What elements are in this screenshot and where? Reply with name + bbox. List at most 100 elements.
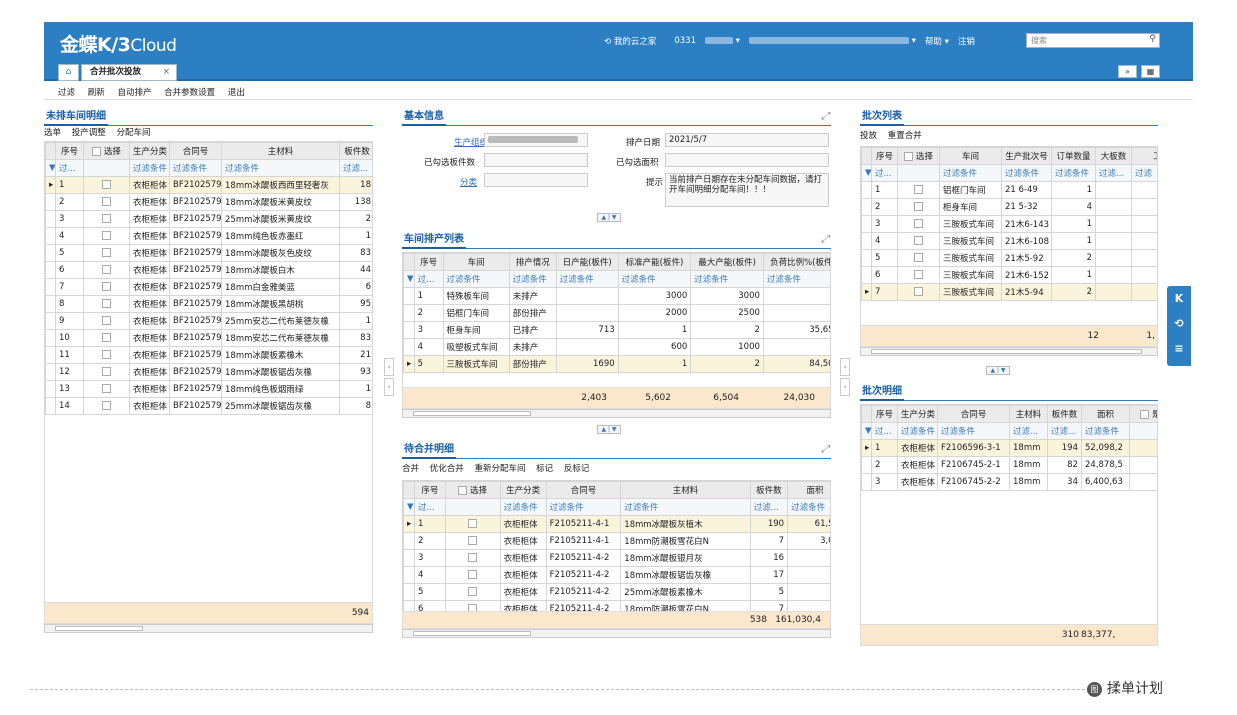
col-seq[interactable]: 序号 <box>55 142 84 160</box>
row-select-cell[interactable] <box>897 181 940 199</box>
row-select-cell[interactable] <box>897 283 940 301</box>
select-all-checkbox[interactable] <box>904 152 914 161</box>
select-all-checkbox[interactable] <box>458 486 468 495</box>
table-row[interactable]: 1 铝框门车间 21 6-49 1 <box>861 181 1157 199</box>
table-row[interactable]: 5 衣柜柜体 F2105211-4-2 25mm冰醍板素橡木 5 <box>403 583 830 601</box>
table-row[interactable]: 2 铝框门车间 部份排产 2000 2500 <box>403 304 830 322</box>
collapse-left-icon-2[interactable]: ‹ <box>840 378 850 396</box>
row-select-cell[interactable] <box>83 380 130 398</box>
col-area[interactable]: 面积 <box>1081 405 1130 423</box>
row-select-cell[interactable] <box>83 312 130 330</box>
col-select[interactable]: 选择 <box>444 481 501 499</box>
reassign-workshop-button[interactable]: 重新分配车间 <box>474 464 525 474</box>
col-material[interactable]: 主材料 <box>620 481 751 499</box>
col-board-count[interactable]: 板件数 <box>339 142 372 160</box>
col-material[interactable]: 主材料 <box>1009 405 1048 423</box>
expand-right-icon[interactable]: › <box>384 358 394 376</box>
unmark-button[interactable]: 反标记 <box>564 464 590 474</box>
row-checkbox[interactable] <box>914 270 923 279</box>
merge-hscrollbar[interactable] <box>402 629 831 638</box>
col-material[interactable]: 主材料 <box>221 142 340 160</box>
table-row[interactable]: 3 衣柜柜体 F2106745-2-2 18mm 34 6,400,63 <box>861 473 1157 491</box>
col-status[interactable]: 排产情况 <box>508 253 557 271</box>
row-checkbox[interactable] <box>468 587 478 596</box>
table-row[interactable]: 10 衣柜柜体 BF2102579 18mm安芯二代布莱德灰橡 83 <box>45 329 372 347</box>
merge-button[interactable]: 合并 <box>402 464 419 474</box>
table-row[interactable]: 4 吸塑板式车间 未排产 600 1000 <box>403 338 830 356</box>
row-checkbox[interactable] <box>914 219 923 228</box>
filter-row[interactable]: ▼ 过... 过滤条件 过滤条件 过滤条件 过滤... 过滤 <box>861 164 1157 182</box>
table-row[interactable]: 5 三胺板式车间 21木5-92 2 <box>861 249 1157 267</box>
filter-row[interactable]: ▼ 过... 过滤条件 过滤条件 过滤... 过滤... 过滤条件 <box>861 422 1157 440</box>
col-contract[interactable]: 合同号 <box>545 481 622 499</box>
merge-settings-button[interactable]: 合并参数设置 <box>164 88 215 98</box>
filter-row[interactable]: ▼ 过... 过滤条件 过滤条件 过滤条件 过滤条件 过滤条件 过滤条件 <box>403 270 830 288</box>
org-label[interactable]: 生产组织 <box>454 136 488 148</box>
row-checkbox[interactable] <box>468 553 478 562</box>
col-area[interactable]: 面积 <box>787 481 830 499</box>
exit-button[interactable]: 退出 <box>228 88 245 98</box>
table-row[interactable]: 7 衣柜柜体 BF2102579 18mm白金雅美蓝 6 <box>45 278 372 296</box>
table-row[interactable]: 3柜身车间已排产7131235,650 <box>403 321 830 339</box>
table-row[interactable]: 13 衣柜柜体 BF2102579 18mm纯色板烟雨绿 1 <box>45 380 372 398</box>
col-select[interactable]: 选择 <box>83 142 130 160</box>
table-row[interactable]: ▸ 7 三胺板式车间 21木5-94 2 <box>861 283 1157 301</box>
flag-checkbox[interactable] <box>1140 410 1150 419</box>
table-row[interactable]: 1 特殊板车间 未排产 3000 3000 <box>403 287 830 305</box>
organization-menu[interactable]: ▾ <box>748 36 916 46</box>
brand-logo[interactable]: 金蝶K/3Cloud <box>60 30 177 57</box>
collapse-toggle-2[interactable]: ▲ | ▼ <box>597 425 621 434</box>
table-row[interactable]: 4 衣柜柜体F2105211-4-218mm冰醍板锯齿灰橡172 <box>403 566 830 584</box>
row-checkbox[interactable] <box>102 265 111 274</box>
col-load[interactable]: 负荷比例%(板件) <box>762 253 830 271</box>
table-row[interactable]: 14 衣柜柜体 BF2102579 25mm冰醍板锯齿灰橡 8 <box>45 397 372 415</box>
row-select-cell[interactable] <box>897 198 940 216</box>
search-icon[interactable]: ⚲ <box>1149 34 1156 44</box>
row-select-cell[interactable] <box>83 261 130 279</box>
row-checkbox[interactable] <box>468 519 478 528</box>
table-row[interactable]: 2 柜身车间 21 5-32 4 <box>861 198 1157 216</box>
select-all-checkbox[interactable] <box>92 147 102 156</box>
row-select-cell[interactable] <box>83 193 130 211</box>
row-checkbox[interactable] <box>102 299 111 308</box>
user-name-menu[interactable]: ▾ <box>704 36 740 46</box>
table-row[interactable]: 3 三胺板式车间 21木6-143 1 <box>861 215 1157 233</box>
close-tab-icon[interactable]: × <box>163 65 170 80</box>
table-row[interactable]: ▸5三胺板式车间部份排产16901284,500 <box>403 355 830 373</box>
filter-row[interactable]: ▼ 过... 过滤条件 过滤条件 过滤条件 过滤... <box>45 159 372 177</box>
release-button[interactable]: 投放 <box>860 131 877 141</box>
row-select-cell[interactable] <box>83 278 130 296</box>
col-seq[interactable]: 序号 <box>871 147 898 165</box>
col-order-qty[interactable]: 订单数量 <box>1051 147 1096 165</box>
date-field[interactable]: 2021/5/7 <box>665 133 829 147</box>
row-checkbox[interactable] <box>102 367 111 376</box>
unscheduled-hscrollbar[interactable] <box>44 624 373 633</box>
row-select-cell[interactable] <box>444 566 501 584</box>
col-seq[interactable]: 序号 <box>871 405 898 423</box>
row-select-cell[interactable] <box>897 249 940 267</box>
row-select-cell[interactable] <box>897 266 940 284</box>
home-icon[interactable]: ⌂ <box>58 64 79 81</box>
table-row[interactable]: 9 衣柜柜体 BF2102579 25mm安芯二代布莱德灰橡 1 <box>45 312 372 330</box>
col-board-count[interactable]: 板件数 <box>1047 405 1082 423</box>
table-row[interactable]: 2 衣柜柜体F2105211-4-118mm防潮板雪花白N73,04 <box>403 532 830 550</box>
database-icon[interactable]: ≡ <box>1167 336 1191 361</box>
table-row[interactable]: 8 衣柜柜体 BF2102579 18mm冰醍板黑胡桃 95 <box>45 295 372 313</box>
col-flag[interactable]: 是 <box>1129 405 1157 423</box>
count-field[interactable] <box>484 153 588 167</box>
table-row[interactable]: 3 衣柜柜体F2105211-4-218mm冰醍板银月灰161 <box>403 549 830 567</box>
col-board-count[interactable]: 板件数 <box>749 481 789 499</box>
assign-workshop-button[interactable]: 分配车间 <box>116 128 150 138</box>
class-label[interactable]: 分类 <box>460 176 477 188</box>
tab-merge-batch[interactable]: 合并批次投放 × <box>81 64 177 81</box>
row-checkbox[interactable] <box>914 185 923 194</box>
batch-hscrollbar[interactable] <box>860 347 1158 356</box>
col-pieces[interactable]: 工件 <box>1131 147 1157 165</box>
row-checkbox[interactable] <box>102 180 111 189</box>
col-category[interactable]: 生产分类 <box>129 142 170 160</box>
search-input[interactable]: 搜索 ⚲ <box>1026 33 1160 48</box>
row-select-cell[interactable] <box>444 532 501 550</box>
table-row[interactable]: 4 衣柜柜体 BF2102579 18mm纯色板赤墨红 1 <box>45 227 372 245</box>
workshop-hscrollbar[interactable] <box>402 409 831 418</box>
row-checkbox[interactable] <box>914 253 923 262</box>
